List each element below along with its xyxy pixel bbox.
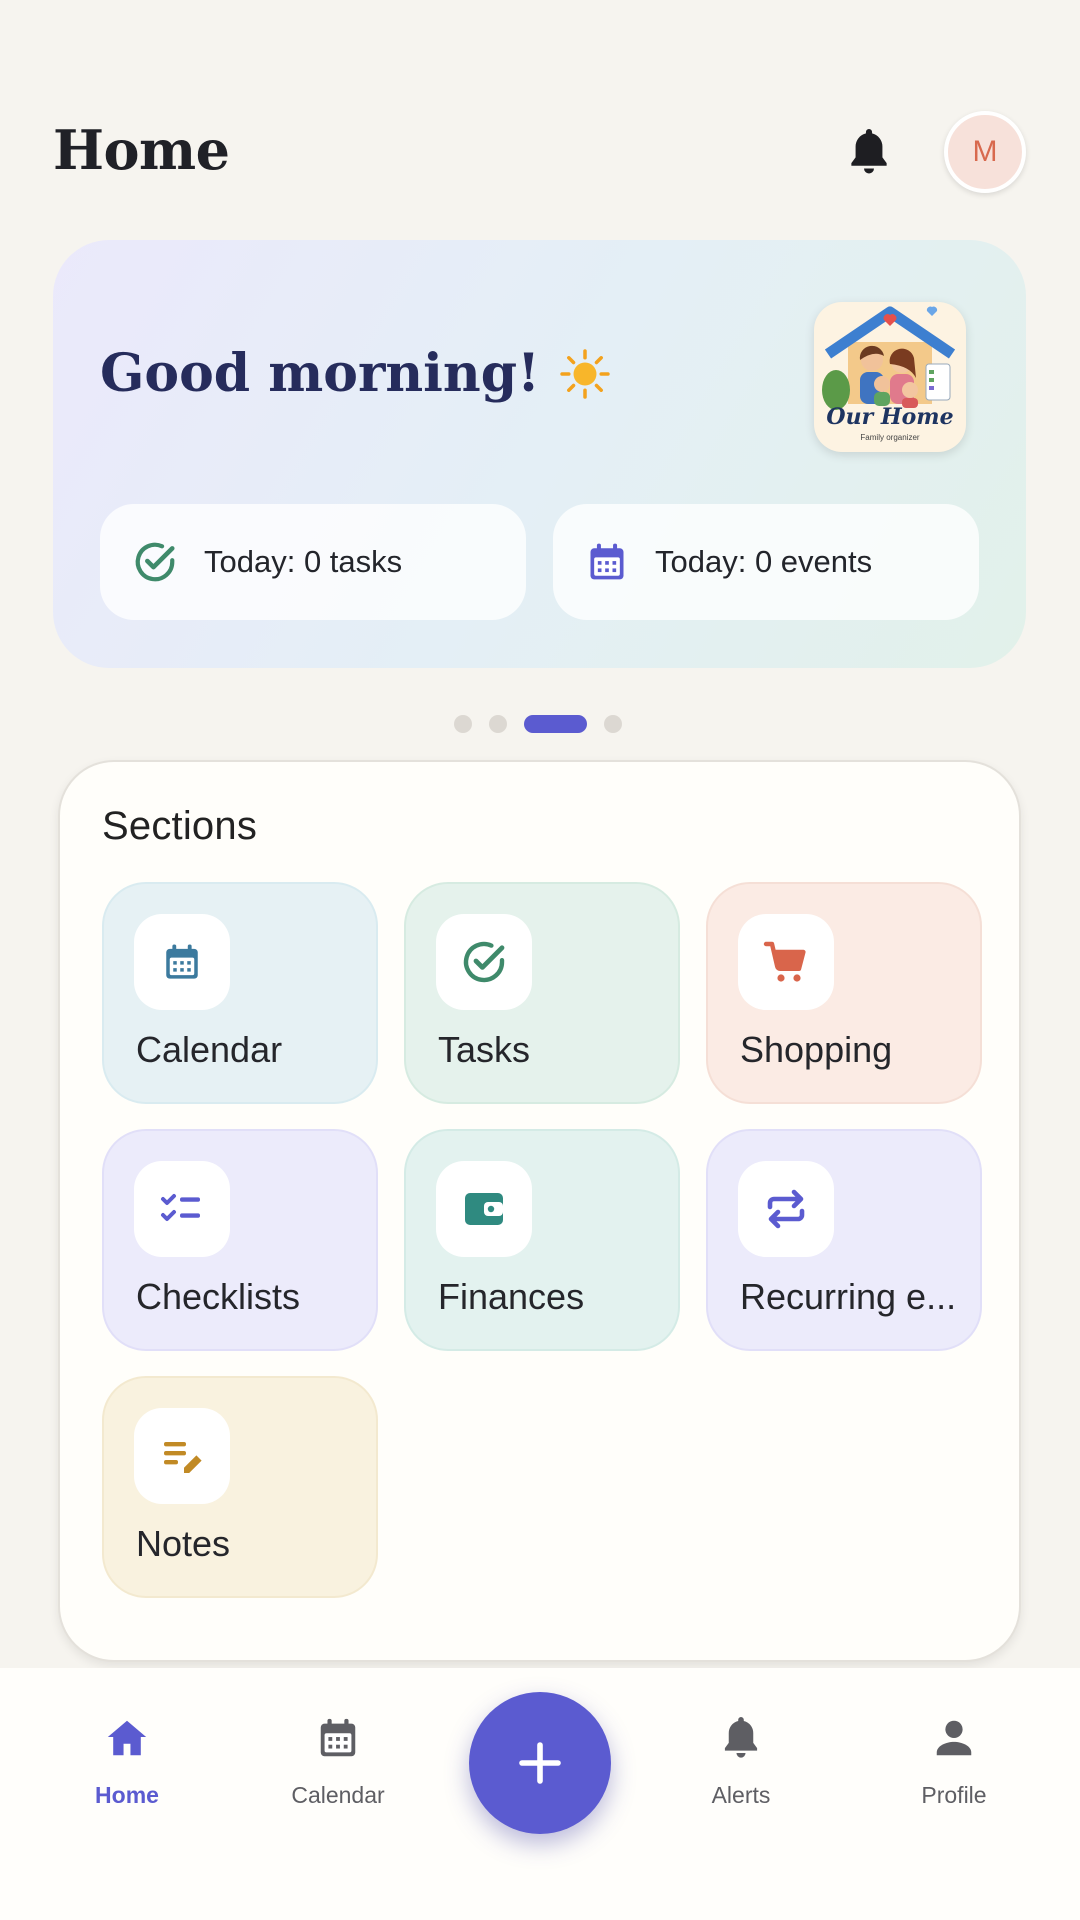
- section-finances[interactable]: Finances: [404, 1129, 680, 1351]
- avatar-initial: M: [972, 135, 998, 168]
- bell-icon: [851, 129, 887, 174]
- section-label: Tasks: [438, 1029, 531, 1070]
- notes-edit-icon: [164, 1442, 202, 1473]
- pager-dot[interactable]: [489, 715, 507, 733]
- nav-profile[interactable]: Profile: [879, 1708, 1029, 1809]
- section-label: Notes: [136, 1523, 231, 1564]
- greeting-heading: Good morning!: [100, 343, 612, 404]
- repeat-icon: [767, 1189, 805, 1229]
- plus-icon: [519, 1742, 561, 1784]
- calendar-icon: [590, 543, 624, 580]
- page-title: Home: [53, 118, 230, 182]
- section-label: Calendar: [136, 1029, 283, 1070]
- section-icon-box: [134, 914, 230, 1010]
- sections-title: Sections: [102, 804, 258, 848]
- section-icon-box: [738, 914, 834, 1010]
- nav-alerts-label: Alerts: [711, 1782, 771, 1808]
- section-checklists[interactable]: Checklists: [102, 1129, 378, 1351]
- notifications-button[interactable]: [842, 122, 896, 182]
- today-tasks-label: Today: 0 tasks: [204, 544, 403, 579]
- logo-subtitle: Family organizer: [860, 433, 920, 442]
- section-shopping[interactable]: Shopping: [706, 882, 982, 1104]
- house-family-illustration: [822, 306, 956, 410]
- section-icon-box: [134, 1408, 230, 1504]
- check-circle-icon: [135, 542, 175, 582]
- logo-title: Our Home: [826, 404, 954, 430]
- add-button[interactable]: [469, 1692, 611, 1834]
- greeting-card[interactable]: Good morning! Our Home Family organizer …: [53, 240, 1026, 668]
- section-calendar[interactable]: Calendar: [102, 882, 378, 1104]
- calendar-icon: [166, 944, 198, 979]
- nav-profile-label: Profile: [921, 1782, 987, 1808]
- calendar-icon: [320, 1718, 356, 1757]
- sun-icon: [560, 348, 610, 399]
- section-label: Finances: [438, 1276, 585, 1317]
- section-label: Shopping: [740, 1029, 893, 1070]
- home-icon: [107, 1720, 147, 1756]
- section-notes[interactable]: Notes: [102, 1376, 378, 1598]
- app-logo: Our Home Family organizer: [814, 302, 966, 452]
- section-icon-box: [436, 1161, 532, 1257]
- avatar[interactable]: M: [944, 111, 1026, 193]
- section-icon-box: [436, 914, 532, 1010]
- wallet-icon: [465, 1193, 503, 1225]
- section-label: Recurring e...: [740, 1276, 957, 1317]
- section-tasks[interactable]: Tasks: [404, 882, 680, 1104]
- bell-icon: [724, 1717, 758, 1758]
- nav-alerts[interactable]: Alerts: [666, 1708, 816, 1809]
- sections-card: Sections Calendar Tasks Shopping Checkli…: [58, 760, 1021, 1662]
- section-label: Checklists: [136, 1276, 301, 1317]
- cart-icon: [763, 941, 806, 982]
- pager-dot[interactable]: [454, 715, 472, 733]
- today-events-pill[interactable]: Today: 0 events: [553, 504, 979, 620]
- nav-home-label: Home: [95, 1782, 159, 1808]
- nav-calendar[interactable]: Calendar: [263, 1708, 413, 1809]
- section-recurring-expenses[interactable]: Recurring e...: [706, 1129, 982, 1351]
- pager-dot-active[interactable]: [524, 715, 587, 733]
- section-icon-box: [738, 1161, 834, 1257]
- today-events-label: Today: 0 events: [655, 544, 873, 579]
- carousel-pager: [454, 715, 622, 733]
- pager-dot[interactable]: [604, 715, 622, 733]
- nav-home[interactable]: Home: [52, 1708, 202, 1809]
- check-circle-icon: [463, 941, 505, 983]
- section-icon-box: [134, 1161, 230, 1257]
- greeting-text: Good morning!: [100, 343, 540, 404]
- nav-calendar-label: Calendar: [291, 1782, 385, 1808]
- today-tasks-pill[interactable]: Today: 0 tasks: [100, 504, 526, 620]
- checklist-icon: [161, 1194, 200, 1221]
- person-icon: [936, 1720, 972, 1756]
